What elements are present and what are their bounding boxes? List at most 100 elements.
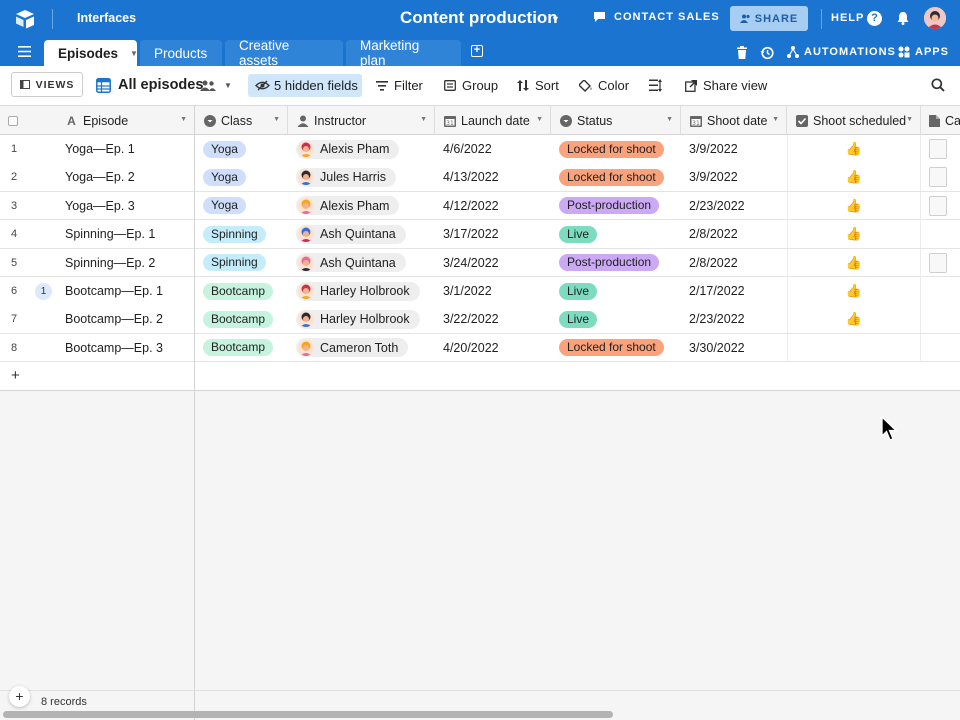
attachment-cell[interactable] [921,135,960,163]
shoot-scheduled-cell[interactable] [787,333,921,362]
class-cell[interactable]: Spinning [195,220,288,248]
color-button[interactable]: Color [579,78,629,93]
attachment-cell[interactable] [921,334,960,362]
chevron-down-icon[interactable]: ▼ [906,116,913,123]
user-avatar[interactable] [924,7,946,29]
launch-date-cell[interactable]: 3/22/2022 [435,305,551,333]
chevron-down-icon[interactable]: ▼ [666,116,673,123]
chevron-down-icon[interactable]: ▼ [224,81,232,90]
shoot-scheduled-cell[interactable]: 👍 [787,163,921,192]
shoot-scheduled-cell[interactable]: 👍 [787,135,921,163]
instructor-cell[interactable]: Cameron Toth [288,334,435,362]
shoot-scheduled-cell[interactable]: 👍 [787,277,921,305]
class-cell[interactable]: Bootcamp [195,277,288,305]
view-name[interactable]: All episodes [118,77,203,93]
attachment-cell[interactable] [921,305,960,333]
column-header-shoot-date[interactable]: 31 Shoot date ▼ [681,106,787,135]
sort-button[interactable]: Sort [517,78,559,93]
shoot-scheduled-cell[interactable]: 👍 [787,248,921,277]
shoot-date-cell[interactable]: 3/9/2022 [681,135,787,163]
shoot-date-cell[interactable]: 2/8/2022 [681,249,787,277]
instructor-cell[interactable]: Ash Quintana [288,249,435,277]
launch-date-cell[interactable]: 4/12/2022 [435,192,551,220]
instructor-cell[interactable]: Jules Harris [288,163,435,191]
history-icon[interactable] [760,46,774,60]
launch-date-cell[interactable]: 4/20/2022 [435,334,551,362]
chevron-down-icon[interactable]: ▼ [273,116,280,123]
instructor-cell[interactable]: Alexis Pham [288,135,435,163]
airtable-logo-icon[interactable] [14,8,36,30]
launch-date-cell[interactable]: 3/24/2022 [435,249,551,277]
attachment-thumbnail[interactable] [929,195,947,216]
filter-button[interactable]: Filter [376,78,423,93]
interfaces-link[interactable]: Interfaces [77,11,136,25]
help-link[interactable]: HELP [831,12,864,24]
row-height-icon[interactable] [649,79,662,92]
help-icon[interactable]: ? [867,11,882,26]
tab-products[interactable]: Products [140,40,222,66]
attachment-thumbnail[interactable] [929,252,947,273]
tab-creative-assets[interactable]: Creative assets [225,38,343,68]
chevron-down-icon[interactable]: ▼ [420,116,427,123]
shoot-date-cell[interactable]: 2/8/2022 [681,220,787,248]
automations-button[interactable]: AUTOMATIONS [787,46,896,58]
status-cell[interactable]: Live [551,305,681,333]
class-cell[interactable]: Bootcamp [195,305,288,333]
status-cell[interactable]: Post-production [551,249,681,277]
launch-date-cell[interactable]: 4/13/2022 [435,163,551,191]
tab-episodes[interactable]: Episodes ▼ [44,40,138,66]
column-header-instructor[interactable]: Instructor ▼ [288,106,435,135]
instructor-cell[interactable]: Harley Holbrook [288,277,435,305]
class-cell[interactable]: Yoga [195,163,288,191]
chevron-down-icon[interactable]: ▼ [536,116,543,123]
shoot-scheduled-cell[interactable]: 👍 [787,305,921,334]
shoot-date-cell[interactable]: 3/9/2022 [681,163,787,191]
apps-button[interactable]: APPS [898,46,949,58]
attachment-thumbnail[interactable] [929,139,947,159]
column-header-launch-date[interactable]: 31 Launch date ▼ [435,106,551,135]
class-cell[interactable]: Yoga [195,192,288,220]
status-cell[interactable]: Locked for shoot [551,135,681,163]
shoot-date-cell[interactable]: 3/30/2022 [681,334,787,362]
shoot-scheduled-cell[interactable]: 👍 [787,191,921,220]
status-cell[interactable]: Post-production [551,192,681,220]
instructor-cell[interactable]: Alexis Pham [288,192,435,220]
attachment-cell[interactable] [921,249,960,277]
attachment-cell[interactable] [921,163,960,191]
status-cell[interactable]: Locked for shoot [551,163,681,191]
status-cell[interactable]: Locked for shoot [551,334,681,362]
contact-sales-button[interactable]: CONTACT SALES [593,11,720,23]
share-view-button[interactable]: Share view [685,78,767,93]
tab-marketing-plan[interactable]: Marketing plan [346,38,461,68]
shoot-date-cell[interactable]: 2/23/2022 [681,305,787,333]
hidden-fields-button[interactable]: 5 hidden fields [248,74,362,97]
instructor-cell[interactable]: Ash Quintana [288,220,435,248]
class-cell[interactable]: Spinning [195,249,288,277]
column-header-class[interactable]: Class ▼ [195,106,288,135]
add-record-button[interactable]: + [9,686,30,707]
class-cell[interactable]: Bootcamp [195,334,288,362]
base-title[interactable]: Content production [400,8,558,28]
launch-date-cell[interactable]: 3/17/2022 [435,220,551,248]
column-header-cal[interactable]: Cal [921,106,960,135]
column-header-status[interactable]: Status ▼ [551,106,681,135]
add-table-icon[interactable]: + [471,45,483,57]
chevron-down-icon[interactable]: ▼ [130,49,138,58]
search-icon[interactable] [931,78,945,92]
shoot-date-cell[interactable]: 2/17/2022 [681,277,787,305]
instructor-cell[interactable]: Harley Holbrook [288,305,435,333]
launch-date-cell[interactable]: 3/1/2022 [435,277,551,305]
launch-date-cell[interactable]: 4/6/2022 [435,135,551,163]
bell-icon[interactable] [895,10,911,26]
status-cell[interactable]: Live [551,220,681,248]
column-header-shoot-scheduled[interactable]: Shoot scheduled ▼ [787,106,921,135]
horizontal-scrollbar[interactable] [3,711,613,718]
class-cell[interactable]: Yoga [195,135,288,163]
chevron-down-icon[interactable]: ▼ [551,14,560,24]
shoot-scheduled-cell[interactable]: 👍 [787,220,921,249]
views-button[interactable]: VIEWS [11,72,83,97]
attachment-cell[interactable] [921,277,960,305]
shoot-date-cell[interactable]: 2/23/2022 [681,192,787,220]
trash-icon[interactable] [736,46,748,59]
attachment-thumbnail[interactable] [929,167,947,188]
